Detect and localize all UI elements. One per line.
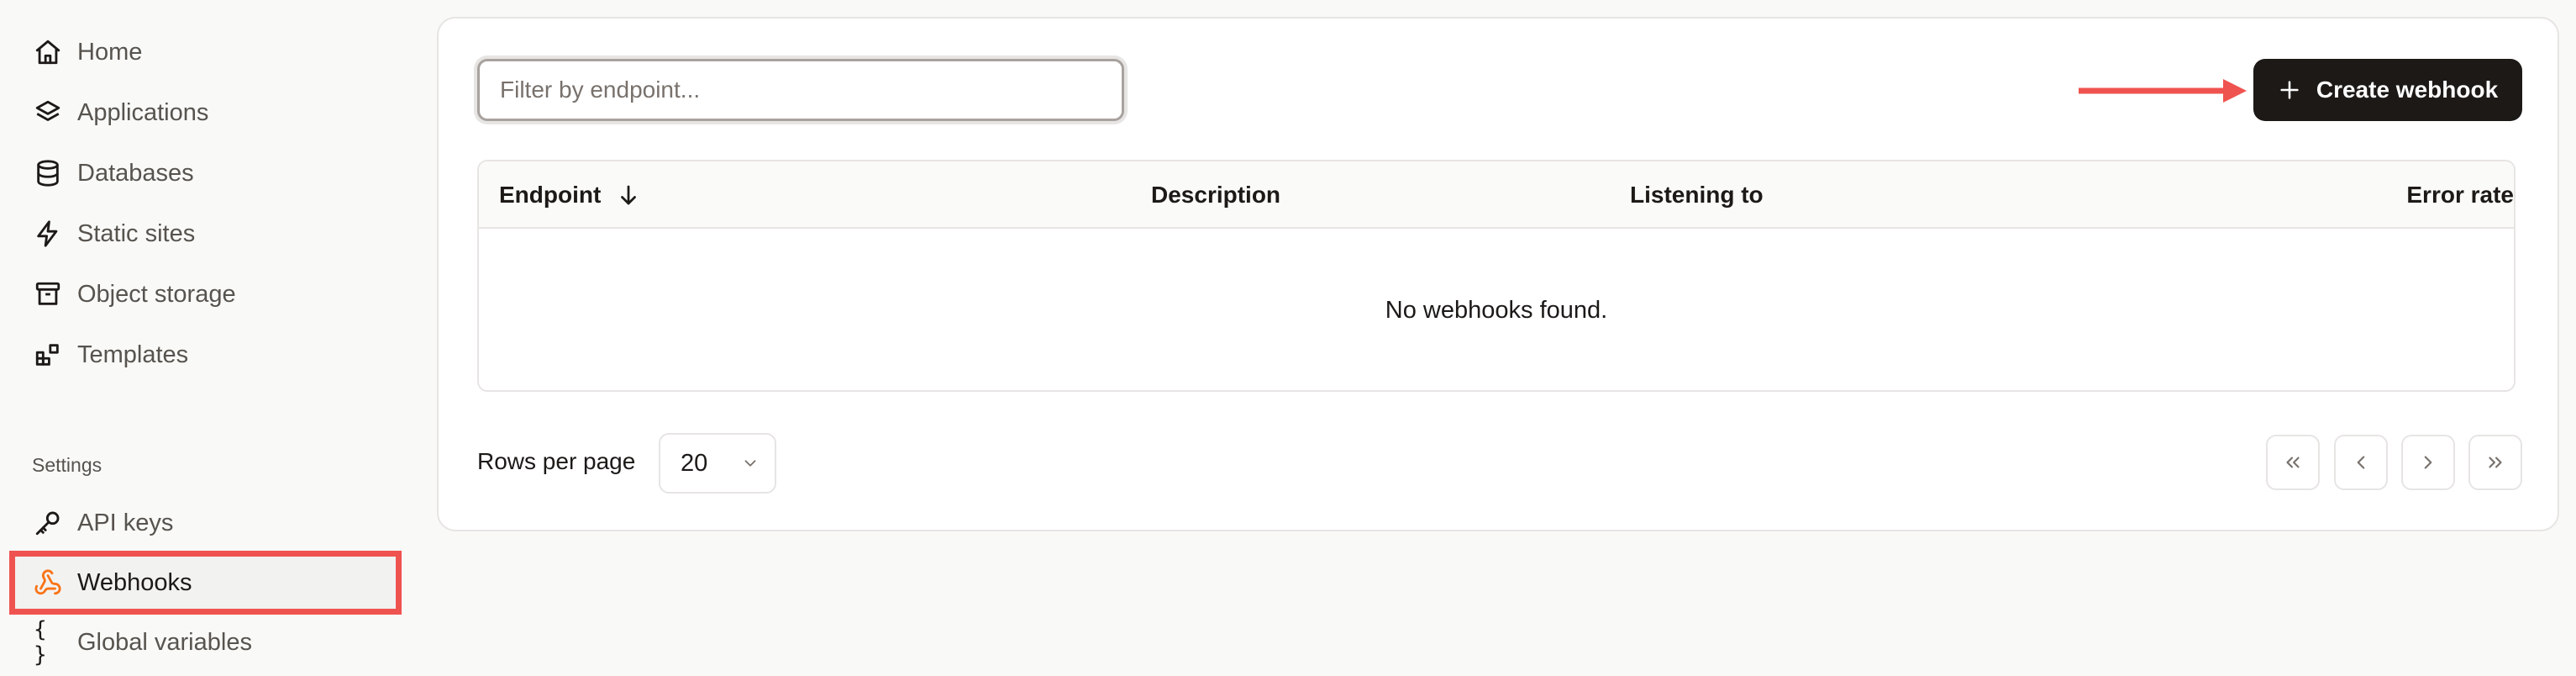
create-webhook-button[interactable]: Create webhook (2253, 59, 2522, 121)
previous-page-button[interactable] (2334, 435, 2388, 490)
rows-per-page-select[interactable]: 20 (659, 433, 776, 494)
webhooks-table: Endpoint Description Listening to Error … (477, 160, 2516, 392)
sidebar: Home Applications Databases Static sites… (0, 0, 420, 676)
sidebar-item-label: Object storage (77, 280, 236, 308)
sidebar-item-label: Applications (77, 98, 209, 126)
chevrons-right-icon (2489, 457, 2502, 468)
blocks-icon (34, 341, 62, 369)
sidebar-item-global-variables[interactable]: { } Global variables (24, 617, 393, 668)
settings-section-label: Settings (32, 454, 103, 476)
create-webhook-label: Create webhook (2316, 77, 2499, 103)
chevron-left-icon (2357, 456, 2365, 469)
plus-icon (2280, 81, 2299, 99)
empty-state-message: No webhooks found. (1385, 296, 1608, 324)
zap-icon (34, 219, 62, 248)
rows-per-page-label: Rows per page (477, 448, 636, 474)
webhook-icon (34, 568, 62, 597)
home-icon (34, 38, 62, 66)
sidebar-item-api-keys[interactable]: API keys (24, 498, 393, 548)
pointer-arrow-annotation (2079, 79, 2247, 103)
sidebar-item-label: Global variables (77, 628, 252, 656)
chevrons-left-icon (2286, 457, 2300, 468)
archive-icon (34, 280, 62, 309)
sidebar-item-static-sites[interactable]: Static sites (24, 209, 393, 259)
sidebar-item-label: API keys (77, 509, 174, 536)
sidebar-item-templates[interactable]: Templates (24, 330, 393, 380)
sidebar-item-home[interactable]: Home (24, 27, 393, 77)
app-window: Home Applications Databases Static sites… (0, 0, 2576, 676)
column-header-listening-to: Listening to (1630, 182, 1764, 208)
sidebar-item-label: Static sites (77, 219, 196, 247)
last-page-button[interactable] (2468, 435, 2522, 490)
column-header-description: Description (1151, 182, 1281, 208)
sidebar-item-object-storage[interactable]: Object storage (24, 269, 393, 320)
database-icon (34, 159, 62, 187)
sidebar-item-webhooks[interactable]: Webhooks (24, 557, 393, 608)
table-header-row: Endpoint Description Listening to Error … (479, 161, 2514, 229)
sidebar-item-label: Databases (77, 159, 194, 187)
rows-per-page-value: 20 (681, 449, 708, 477)
sort-arrow-down-icon (621, 185, 637, 205)
sidebar-item-label: Templates (77, 341, 189, 368)
chevron-down-icon (744, 460, 756, 467)
webhooks-card: Create webhook Endpoint Description List… (437, 17, 2559, 531)
column-header-error-rate: Error rate (2406, 182, 2514, 208)
next-page-button[interactable] (2401, 435, 2455, 490)
braces-icon: { } (34, 617, 47, 668)
sidebar-item-databases[interactable]: Databases (24, 148, 393, 198)
sidebar-item-label: Home (77, 38, 143, 66)
sidebar-item-applications[interactable]: Applications (24, 87, 393, 138)
layers-icon (34, 98, 62, 127)
column-header-endpoint[interactable]: Endpoint (499, 161, 641, 229)
chevron-right-icon (2424, 456, 2432, 469)
sidebar-item-label: Webhooks (77, 568, 192, 596)
first-page-button[interactable] (2266, 435, 2320, 490)
filter-endpoint-input[interactable] (477, 59, 1124, 121)
key-icon (34, 509, 62, 537)
